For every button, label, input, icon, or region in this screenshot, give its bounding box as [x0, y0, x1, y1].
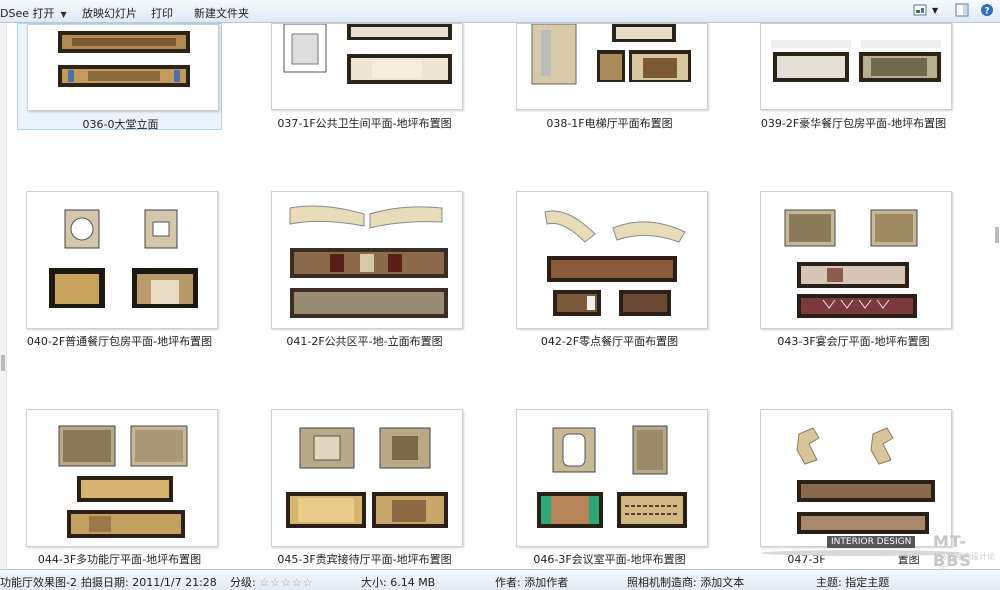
thumbnail-item[interactable]: 045-3F贵宾接待厅平面-地坪布置图 — [262, 409, 467, 569]
thumbnail-caption: 044-3F多功能厅平面-地坪布置图 — [37, 553, 202, 566]
rating-stars-icon[interactable]: ☆☆☆☆☆ — [259, 576, 313, 589]
thumbnail-image — [760, 23, 952, 110]
thumbnail-item[interactable]: 038-1F电梯厅平面布置图 — [507, 23, 712, 130]
toolbar: DSee 打开 ▼ 放映幻灯片 打印 新建文件夹 ▼ ? — [0, 0, 1000, 23]
scroll-anchor — [1, 23, 5, 24]
thumbnail-caption: 038-1F电梯厅平面布置图 — [546, 117, 673, 130]
thumbnail-grid: 036-0大堂立面 037-1F公共卫生间平面-地坪布置图 038-1F电梯厅平… — [0, 23, 1000, 569]
thumbnail-item[interactable]: 046-3F会议室平面-地坪布置图 — [507, 409, 712, 569]
status-size: 大小: 6.14 MB — [361, 576, 436, 589]
status-author[interactable]: 作者: 添加作者 — [495, 574, 568, 590]
left-splitter[interactable] — [0, 23, 7, 569]
rating-label: 分级: — [230, 576, 256, 589]
thumbnail-item[interactable]: 042-2F零点餐厅平面布置图 — [507, 191, 712, 351]
thumbnail-item[interactable]: 037-1F公共卫生间平面-地坪布置图 — [262, 23, 467, 130]
svg-text:?: ? — [984, 7, 989, 17]
thumbnail-image — [271, 409, 463, 547]
left-splitter-grip[interactable] — [1, 355, 5, 371]
thumbnail-item[interactable]: 044-3F多功能厅平面-地坪布置图 — [17, 409, 222, 569]
open-label: DSee 打开 — [0, 7, 55, 20]
status-rating[interactable]: 分级: ☆☆☆☆☆ — [230, 574, 314, 590]
watermark-logo: INTERIOR DESIGN MT-BBS 马蹄室内设计论坛 — [755, 532, 995, 572]
thumbnail-image — [271, 191, 463, 329]
thumbnail-image — [516, 191, 708, 329]
thumbnail-image — [516, 23, 708, 110]
details-pane: 功能厅效果图-2 拍摄日期: 2011/1/7 21:28 分级: ☆☆☆☆☆ … — [0, 569, 1000, 590]
thumbnail-image — [760, 409, 952, 547]
thumbnail-caption: 046-3F会议室平面-地坪布置图 — [533, 553, 686, 566]
thumbnail-item[interactable]: 043-3F宴会厅平面-地坪布置图 — [751, 191, 956, 351]
watermark-line1: INTERIOR DESIGN — [827, 536, 916, 548]
thumbnail-caption: 045-3F贵宾接待厅平面-地坪布置图 — [277, 553, 452, 566]
thumbnail-image — [516, 409, 708, 547]
status-filename: 功能厅效果图-2 — [0, 576, 77, 589]
thumbnail-caption: 036-0大堂立面 — [82, 118, 159, 131]
print-button[interactable]: 打印 — [151, 5, 173, 21]
open-button[interactable]: DSee 打开 ▼ — [0, 5, 67, 21]
thumbnail-caption: 043-3F宴会厅平面-地坪布置图 — [777, 335, 930, 348]
thumbnail-image — [26, 191, 218, 329]
thumbnail-caption: 037-1F公共卫生间平面-地坪布置图 — [277, 117, 452, 130]
thumbnail-image — [760, 191, 952, 329]
thumbnail-item[interactable]: 039-2F豪华餐厅包房平面-地坪布置图 — [751, 23, 956, 130]
status-camera-maker[interactable]: 照相机制造商: 添加文本 — [627, 574, 744, 590]
thumbnail-item[interactable]: 040-2F普通餐厅包房平面-地坪布置图 — [17, 191, 222, 351]
thumbnail-image — [271, 23, 463, 110]
change-view-icon[interactable] — [913, 3, 927, 20]
thumbnail-caption: 040-2F普通餐厅包房平面-地坪布置图 — [26, 335, 213, 348]
status-date[interactable]: 拍摄日期: 2011/1/7 21:28 — [81, 574, 217, 590]
help-icon[interactable]: ? — [980, 3, 994, 20]
thumbnail-item[interactable]: 036-0大堂立面 — [17, 23, 222, 131]
right-splitter-grip[interactable] — [995, 227, 999, 243]
thumbnail-image — [27, 24, 219, 111]
thumbnail-item[interactable]: 041-2F公共区平-地-立面布置图 — [262, 191, 467, 351]
status-subject[interactable]: 主题: 指定主题 — [816, 574, 889, 590]
thumbnail-image — [26, 409, 218, 547]
new-folder-button[interactable]: 新建文件夹 — [194, 5, 249, 21]
thumbnail-caption: 039-2F豪华餐厅包房平面-地坪布置图 — [760, 117, 947, 130]
thumbnail-caption: 042-2F零点餐厅平面布置图 — [540, 335, 679, 348]
thumbnail-caption: 041-2F公共区平-地-立面布置图 — [286, 335, 443, 348]
preview-pane-icon[interactable] — [955, 3, 969, 20]
chevron-down-icon[interactable]: ▼ — [60, 10, 66, 19]
view-dropdown-chevron-icon[interactable]: ▼ — [932, 6, 938, 15]
slideshow-button[interactable]: 放映幻灯片 — [82, 5, 137, 21]
